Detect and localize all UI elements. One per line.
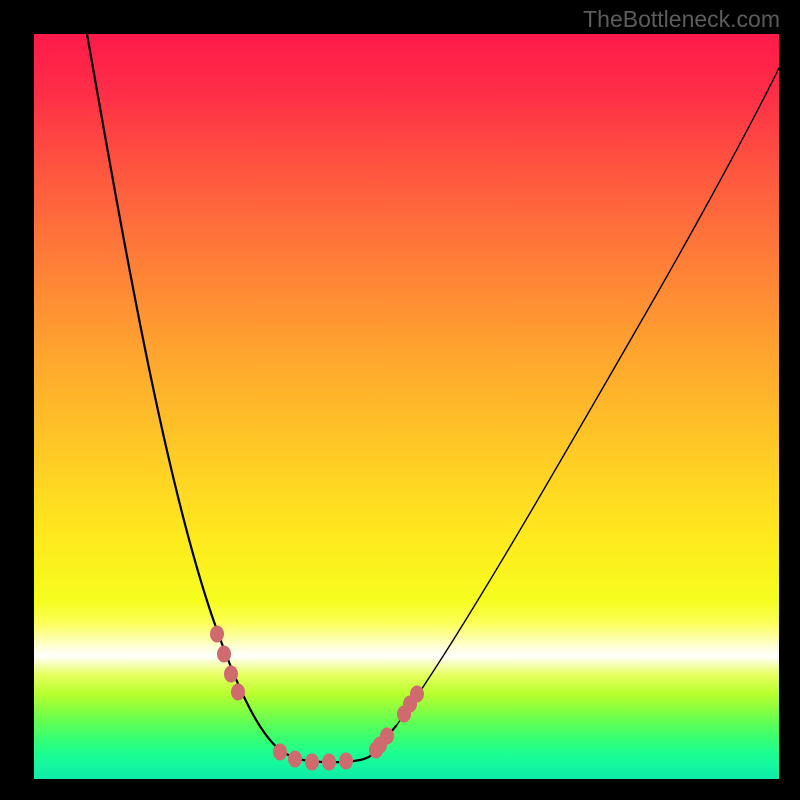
trough-marker (322, 754, 336, 771)
trough-marker (217, 646, 231, 663)
source-watermark: TheBottleneck.com (583, 6, 780, 33)
curve-overlay (34, 34, 779, 779)
curve-left (87, 34, 396, 762)
plot-area (34, 34, 779, 779)
trough-marker (380, 728, 394, 745)
trough-marker (224, 666, 238, 683)
trough-marker (210, 626, 224, 643)
trough-marker (305, 754, 319, 771)
trough-marker (231, 684, 245, 701)
trough-marker (288, 751, 302, 768)
trough-markers (210, 626, 424, 771)
trough-marker (339, 753, 353, 770)
trough-marker (273, 744, 287, 761)
curve-right (396, 68, 779, 726)
trough-marker (410, 686, 424, 703)
chart-frame: TheBottleneck.com (0, 0, 800, 800)
